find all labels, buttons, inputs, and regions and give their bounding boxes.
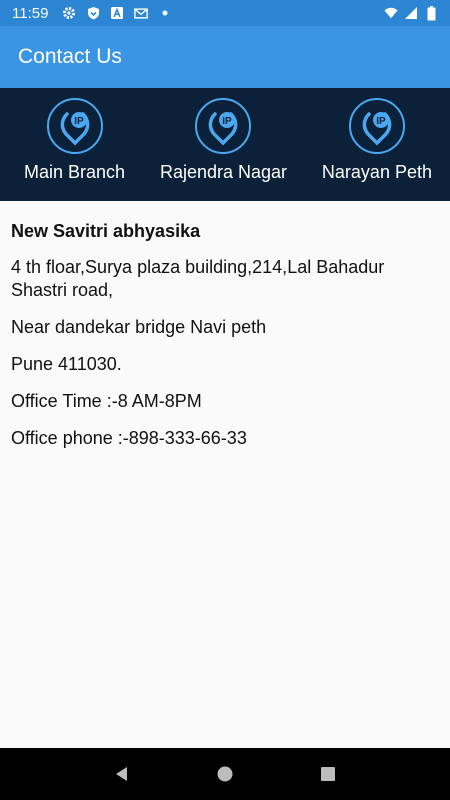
branch-tabs: IP Main Branch IP Rajendra Nagar IP Nara… bbox=[0, 88, 450, 201]
location-pin-logo-icon: IP bbox=[46, 98, 103, 154]
mail-icon bbox=[134, 6, 149, 20]
logo-text: IP bbox=[376, 116, 386, 127]
branch-tab-rajendra-nagar[interactable]: IP Rajendra Nagar bbox=[160, 98, 287, 201]
wifi-icon bbox=[384, 6, 398, 20]
status-time: 11:59 bbox=[12, 4, 49, 22]
branch-tab-main-branch[interactable]: IP Main Branch bbox=[24, 98, 125, 201]
settings-icon bbox=[62, 6, 76, 20]
recents-icon[interactable] bbox=[316, 762, 340, 786]
branch-details: New Savitri abhyasika 4 th floar,Surya p… bbox=[0, 201, 450, 748]
back-icon[interactable] bbox=[110, 762, 134, 786]
address-line-1: 4 th floar,Surya plaza building,214,Lal … bbox=[11, 257, 385, 300]
app-bar: Contact Us bbox=[0, 26, 450, 88]
branch-label: Narayan Peth bbox=[321, 162, 432, 182]
address-line-2: Near dandekar bridge Navi peth bbox=[11, 317, 267, 337]
a-badge-icon bbox=[110, 6, 124, 20]
page-title: Contact Us bbox=[18, 45, 122, 68]
branch-tab-narayan-peth[interactable]: IP Narayan Peth bbox=[322, 98, 432, 201]
shield-icon bbox=[86, 6, 100, 20]
office-phone[interactable]: Office phone :-898-333-66-33 bbox=[11, 427, 439, 450]
location-pin-logo-icon: IP bbox=[348, 98, 405, 154]
status-bar: 11:59 bbox=[0, 0, 450, 26]
branch-label: Main Branch bbox=[24, 162, 126, 182]
city-pincode: Pune 411030. bbox=[11, 354, 122, 374]
office-time: Office Time :-8 AM-8PM bbox=[11, 391, 202, 411]
logo-text: IP bbox=[223, 116, 233, 127]
system-nav-bar bbox=[0, 748, 450, 800]
location-pin-logo-icon: IP bbox=[195, 98, 252, 154]
home-icon[interactable] bbox=[213, 762, 237, 786]
branch-name: New Savitri abhyasika bbox=[11, 221, 201, 241]
dot-icon bbox=[158, 6, 172, 20]
logo-text: IP bbox=[74, 116, 84, 127]
branch-label: Rajendra Nagar bbox=[159, 162, 288, 182]
signal-icon bbox=[404, 6, 418, 20]
battery-icon bbox=[424, 5, 438, 20]
